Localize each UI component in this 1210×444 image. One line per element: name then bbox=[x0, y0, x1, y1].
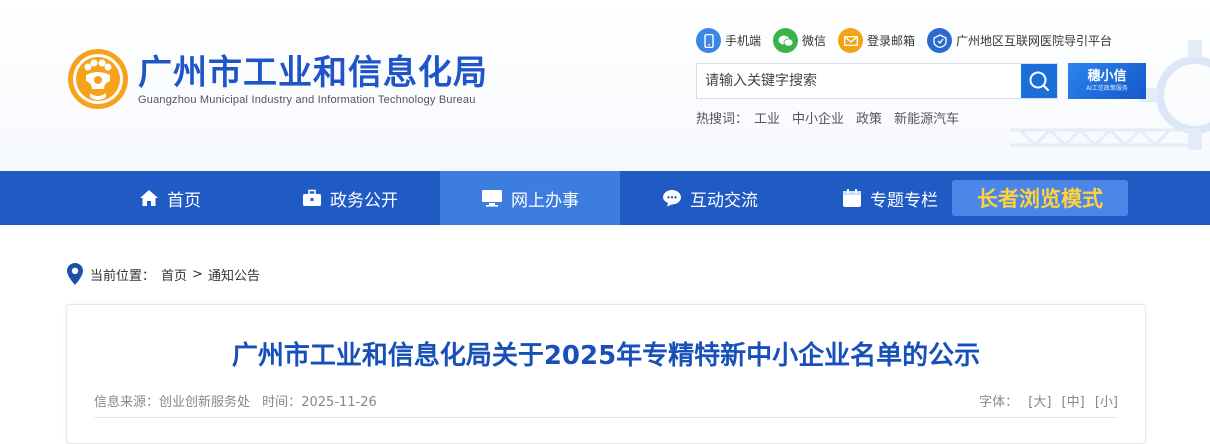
quick-link-label: 广州地区互联网医院导引平台 bbox=[956, 34, 1113, 48]
chat-icon bbox=[662, 189, 682, 207]
meta-divider bbox=[94, 417, 1118, 418]
nav-item-government-affairs[interactable]: 政务公开 bbox=[260, 171, 440, 225]
quick-link-wechat[interactable]: 微信 bbox=[773, 28, 826, 53]
nav-item-interaction[interactable]: 互动交流 bbox=[620, 171, 800, 225]
site-subtitle: Guangzhou Municipal Industry and Informa… bbox=[138, 93, 476, 106]
nav-item-label: 首页 bbox=[167, 190, 201, 211]
breadcrumb-home[interactable]: 首页 bbox=[161, 265, 187, 284]
article-title: 广州市工业和信息化局关于2025年专精特新中小企业名单的公示 bbox=[231, 341, 981, 371]
nav-item-label: 网上办事 bbox=[511, 190, 579, 211]
search-box bbox=[696, 63, 1058, 99]
nav-item-label: 政务公开 bbox=[330, 190, 398, 211]
nav-item-label: 专题专栏 bbox=[870, 190, 938, 211]
quick-link-label: 手机端 bbox=[725, 34, 762, 48]
font-size-label: 字体： bbox=[979, 395, 1019, 410]
hot-search-term[interactable]: 新能源汽车 bbox=[894, 108, 959, 127]
hot-search-term[interactable]: 工业 bbox=[754, 108, 780, 127]
article-meta: 信息来源：创业创新服务处 时间：2025-11-26 字体： [大] [中] [… bbox=[94, 391, 1118, 410]
breadcrumb-label: 当前位置： bbox=[90, 268, 156, 284]
search-icon bbox=[1029, 71, 1050, 92]
breadcrumb-notices[interactable]: 通知公告 bbox=[208, 265, 260, 284]
quick-link-label: 登录邮箱 bbox=[867, 34, 916, 48]
font-size-small[interactable]: [小] bbox=[1095, 395, 1118, 410]
font-size-large[interactable]: [大] bbox=[1028, 395, 1051, 410]
monitor-icon bbox=[481, 189, 503, 207]
site-logo[interactable]: 广州市工业和信息化局 Guangzhou Municipal Industry … bbox=[66, 47, 488, 111]
wechat-icon bbox=[773, 28, 799, 53]
briefcase-icon bbox=[302, 189, 322, 207]
hot-search: 热搜词： 工业 中小企业 政策 新能源汽车 bbox=[696, 108, 971, 127]
quick-link-label: 微信 bbox=[802, 34, 827, 48]
site-title: 广州市工业和信息化局 bbox=[138, 52, 488, 93]
quick-link-mail[interactable]: 登录邮箱 bbox=[838, 28, 915, 53]
location-pin-icon bbox=[67, 263, 83, 285]
time-value: 2025-11-26 bbox=[301, 395, 377, 410]
mail-icon bbox=[838, 28, 864, 53]
main-nav: 首页 政务公开 网上办事 互动交流 专题专栏 长者浏览模式 bbox=[0, 171, 1210, 225]
search-input[interactable] bbox=[697, 64, 1021, 98]
ai-assistant-button[interactable]: 穗小信 AI工信政策服务 bbox=[1068, 63, 1146, 99]
nav-item-label: 互动交流 bbox=[690, 190, 758, 211]
quick-link-mobile[interactable]: 手机端 bbox=[696, 28, 761, 53]
elder-mode-button[interactable]: 长者浏览模式 bbox=[952, 180, 1128, 216]
quick-link-hospital[interactable]: 广州地区互联网医院导引平台 bbox=[927, 28, 1112, 53]
site-header: 广州市工业和信息化局 Guangzhou Municipal Industry … bbox=[0, 0, 1210, 171]
breadcrumb-separator: > bbox=[192, 266, 203, 282]
font-size-controls: 字体： [大] [中] [小] bbox=[979, 391, 1118, 410]
nav-item-online-services[interactable]: 网上办事 bbox=[440, 171, 620, 225]
time-label: 时间： bbox=[262, 395, 302, 410]
search-button[interactable] bbox=[1021, 64, 1057, 98]
assistant-subtitle: AI工信政策服务 bbox=[1086, 84, 1128, 92]
article-card: 广州市工业和信息化局关于2025年专精特新中小企业名单的公示 信息来源：创业创新… bbox=[66, 304, 1146, 444]
hot-search-term[interactable]: 中小企业 bbox=[792, 108, 844, 127]
home-icon bbox=[139, 189, 159, 207]
hot-search-term[interactable]: 政策 bbox=[856, 108, 882, 127]
bureau-emblem-icon bbox=[68, 49, 128, 109]
source-value: 创业创新服务处 bbox=[159, 395, 251, 410]
breadcrumb: 当前位置： 首页 > 通知公告 bbox=[66, 262, 260, 286]
calendar-icon bbox=[842, 188, 862, 208]
quick-links: 手机端 微信 登录邮箱 广州地区互联网医院导引平台 bbox=[696, 28, 1124, 53]
article-source-time: 信息来源：创业创新服务处 时间：2025-11-26 bbox=[94, 391, 377, 410]
font-size-medium[interactable]: [中] bbox=[1062, 395, 1085, 410]
assistant-title: 穗小信 bbox=[1087, 68, 1127, 84]
hot-search-label: 热搜词： bbox=[696, 112, 749, 127]
source-label: 信息来源： bbox=[94, 395, 160, 410]
phone-icon bbox=[696, 28, 721, 53]
hospital-icon bbox=[927, 28, 953, 53]
nav-item-home[interactable]: 首页 bbox=[80, 171, 260, 225]
